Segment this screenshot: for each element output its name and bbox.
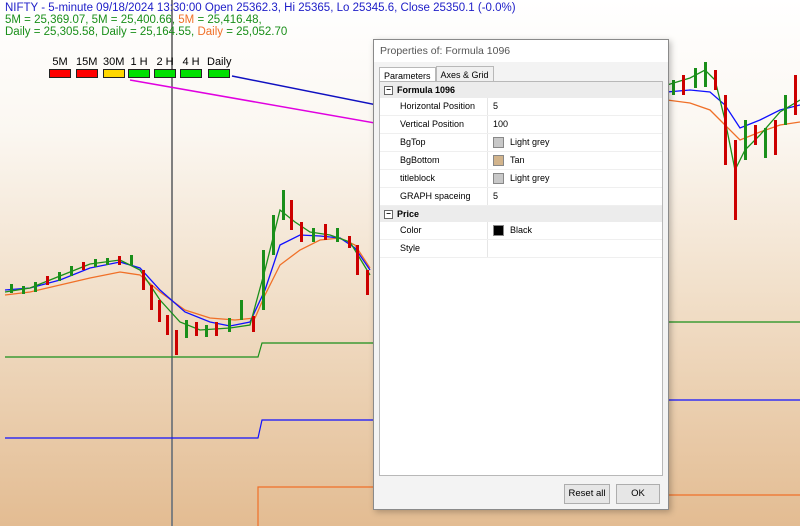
tf-4h-bar xyxy=(180,69,202,78)
row-titleblock[interactable]: titleblock Light grey xyxy=(380,170,662,188)
row-horizontal-position[interactable]: Horizontal Position 5 xyxy=(380,98,662,116)
ma-blue-right xyxy=(666,89,800,129)
row-color[interactable]: Color Black xyxy=(380,222,662,240)
candles-left xyxy=(10,190,369,355)
tf-30m: 30M xyxy=(102,56,125,78)
tf-4h: 4 H xyxy=(180,56,202,78)
tf-1h-bar xyxy=(128,69,150,78)
dialog-title: Properties of: Formula 1096 xyxy=(374,40,668,62)
row-bgbottom[interactable]: BgBottom Tan xyxy=(380,152,662,170)
blue-arrow xyxy=(231,75,394,112)
row-vertical-position[interactable]: Vertical Position 100 xyxy=(380,116,662,134)
horizontal-position-value[interactable]: 5 xyxy=(487,98,662,115)
tf-2h-bar xyxy=(154,69,176,78)
ma-green-right xyxy=(666,69,800,172)
color-swatch xyxy=(493,155,504,166)
collapse-icon[interactable]: − xyxy=(384,209,393,219)
candles-right xyxy=(672,62,797,220)
tf-1h: 1 H xyxy=(128,56,150,78)
tf-daily-bar xyxy=(208,69,231,78)
magenta-arrow xyxy=(129,79,394,131)
section-price[interactable]: − Price xyxy=(380,206,662,222)
color-swatch xyxy=(493,137,504,148)
vertical-position-value[interactable]: 100 xyxy=(487,116,662,133)
row-graph-spacing[interactable]: GRAPH spaceing 5 xyxy=(380,188,662,206)
section-formula[interactable]: − Formula 1096 xyxy=(380,82,662,98)
ma-green-left xyxy=(4,208,371,331)
row-bgtop[interactable]: BgTop Light grey xyxy=(380,134,662,152)
reset-all-button[interactable]: Reset all xyxy=(564,484,610,504)
daily-green-level xyxy=(5,342,373,358)
color-swatch xyxy=(493,225,504,236)
row-style[interactable]: Style xyxy=(380,240,662,258)
tf-5m-bar xyxy=(49,69,71,78)
ok-button[interactable]: OK xyxy=(616,484,660,504)
color-swatch xyxy=(493,173,504,184)
ma-orange-right xyxy=(666,99,800,141)
daily-blue-level xyxy=(5,419,373,439)
collapse-icon[interactable]: − xyxy=(384,85,393,95)
tf-5m: 5M xyxy=(49,56,71,78)
tf-15m-bar xyxy=(75,69,98,78)
tf-30m-bar xyxy=(102,69,125,78)
ma-daily-readout: Daily = 25,305.58, Daily = 25,164.55, Da… xyxy=(5,26,288,38)
property-grid: − Formula 1096 Horizontal Position 5 Verti… xyxy=(379,81,663,476)
properties-dialog: Properties of: Formula 1096 Parameters A… xyxy=(373,39,669,510)
daily-orange-level xyxy=(257,486,373,526)
tf-daily: Daily xyxy=(206,56,232,78)
tf-2h: 2 H xyxy=(154,56,176,78)
tf-15m: 15M xyxy=(75,56,98,78)
